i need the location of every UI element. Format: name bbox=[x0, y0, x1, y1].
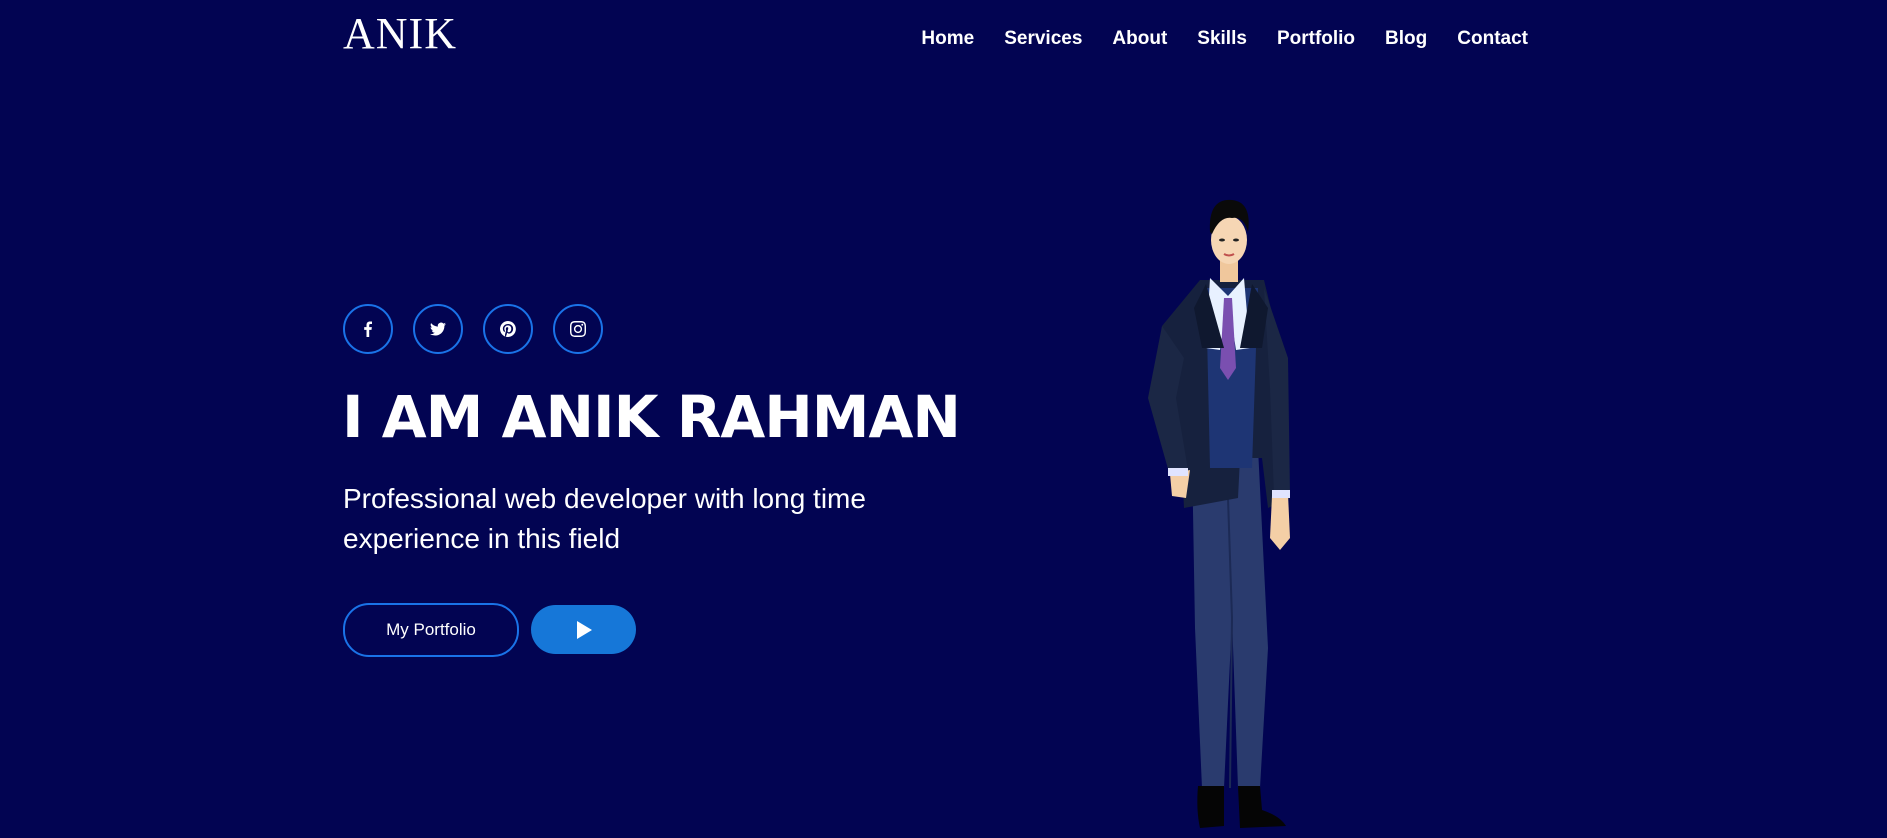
hero-headline: I AM ANIK RAHMAN bbox=[342, 383, 961, 451]
site-logo[interactable]: ANIK bbox=[343, 10, 457, 58]
hero-tagline: Professional web developer with long tim… bbox=[343, 483, 866, 554]
pinterest-icon bbox=[500, 321, 516, 337]
nav-home[interactable]: Home bbox=[921, 24, 974, 54]
nav-skills[interactable]: Skills bbox=[1197, 24, 1247, 54]
nav-portfolio[interactable]: Portfolio bbox=[1277, 24, 1355, 54]
facebook-link[interactable] bbox=[343, 304, 393, 354]
twitter-link[interactable] bbox=[413, 304, 463, 354]
pinterest-link[interactable] bbox=[483, 304, 533, 354]
my-portfolio-button[interactable]: My Portfolio bbox=[343, 603, 519, 657]
play-video-button[interactable] bbox=[531, 605, 636, 654]
instagram-link[interactable] bbox=[553, 304, 603, 354]
nav-contact[interactable]: Contact bbox=[1457, 24, 1528, 54]
nav-services[interactable]: Services bbox=[1004, 24, 1082, 54]
nav-blog[interactable]: Blog bbox=[1385, 24, 1427, 54]
play-icon bbox=[576, 620, 592, 639]
nav-about[interactable]: About bbox=[1112, 24, 1167, 54]
twitter-icon bbox=[430, 322, 446, 336]
developer-illustration bbox=[1148, 199, 1290, 828]
main-nav: Home Services About Skills Portfolio Blo… bbox=[921, 24, 1528, 54]
instagram-icon bbox=[570, 321, 586, 337]
facebook-icon bbox=[364, 321, 372, 337]
social-links bbox=[343, 304, 603, 354]
